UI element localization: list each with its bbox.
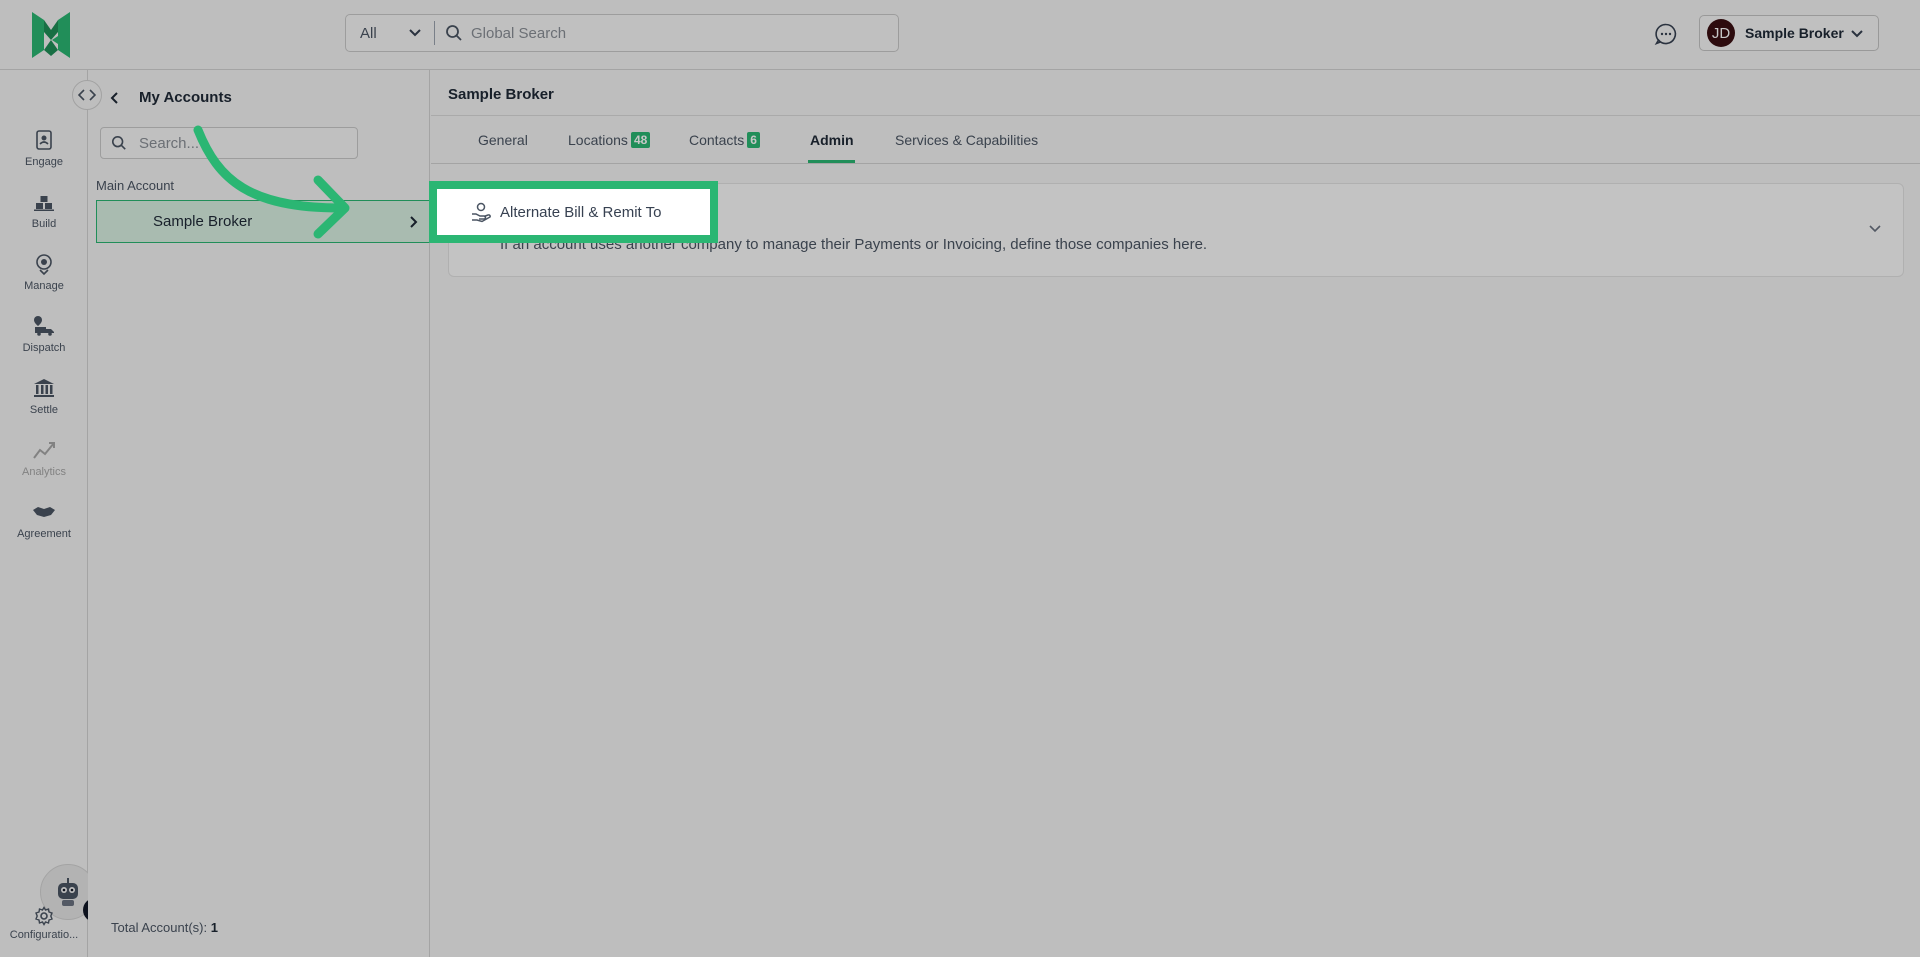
build-icon	[34, 196, 54, 211]
tab-label: Locations	[568, 132, 628, 148]
nav-item-settle[interactable]: Settle	[0, 376, 88, 428]
nav-label: Manage	[24, 280, 64, 292]
alternate-bill-card-header[interactable]: Alternate Bill & Remit To	[470, 201, 661, 223]
settle-icon	[34, 379, 54, 397]
chevron-down-icon[interactable]	[1868, 222, 1882, 236]
nav-item-dispatch[interactable]: Dispatch	[0, 314, 88, 366]
global-search-input[interactable]	[471, 24, 871, 42]
robot-icon	[58, 878, 78, 906]
nav-item-analytics[interactable]: Analytics	[0, 438, 88, 490]
search-scope-select[interactable]: All	[346, 15, 434, 51]
accounts-title: My Accounts	[139, 89, 232, 106]
search-icon	[111, 135, 126, 150]
left-nav: Engage Build Manage Dispatch Settle Anal…	[0, 70, 88, 957]
chevron-down-icon	[1851, 30, 1863, 38]
tab-locations[interactable]: Locations 48	[568, 130, 651, 150]
total-accounts-count: 1	[210, 920, 218, 935]
chevron-right-icon	[410, 216, 418, 228]
nav-item-agreement[interactable]: Agreement	[0, 500, 88, 552]
analytics-icon	[33, 442, 55, 459]
tab-contacts[interactable]: Contacts 6	[689, 130, 760, 150]
nav-label: Dispatch	[22, 342, 66, 354]
nav-label: Configuratio...	[9, 929, 79, 941]
user-name: Sample Broker	[1745, 25, 1844, 41]
main-account-label: Main Account	[96, 178, 175, 193]
search-scope-value: All	[360, 24, 377, 42]
tab-label: Contacts	[689, 132, 745, 148]
top-bar: All JD Sample Broker	[0, 0, 1920, 70]
tab-label: General	[478, 132, 528, 148]
nav-item-engage[interactable]: Engage	[0, 128, 88, 180]
nav-item-manage[interactable]: Manage	[0, 252, 88, 304]
nav-label: Engage	[25, 156, 63, 168]
total-accounts-label: Total Account(s):	[111, 920, 208, 935]
search-icon	[446, 25, 462, 41]
panel-collapse-button[interactable]	[72, 80, 102, 110]
nav-label: Analytics	[21, 466, 67, 478]
chat-icon[interactable]	[1654, 22, 1678, 46]
global-search-bar: All	[345, 14, 899, 52]
tab-admin[interactable]: Admin	[810, 130, 854, 150]
tab-label: Admin	[810, 132, 854, 148]
manage-icon	[36, 254, 52, 276]
avatar: JD	[1707, 19, 1735, 47]
count-badge: 48	[630, 132, 651, 148]
gear-icon	[35, 906, 53, 926]
card-title: Alternate Bill & Remit To	[500, 203, 662, 221]
active-tab-indicator	[808, 160, 855, 163]
page-title: Sample Broker	[448, 86, 554, 103]
nav-label: Agreement	[17, 528, 71, 540]
search-divider	[434, 21, 435, 45]
user-menu[interactable]: JD Sample Broker	[1699, 15, 1879, 51]
count-badge: 6	[747, 132, 760, 148]
tab-label: Services & Capabilities	[895, 132, 1039, 148]
tab-services-capabilities[interactable]: Services & Capabilities	[895, 130, 1038, 150]
tab-general[interactable]: General	[478, 130, 528, 150]
engage-icon	[36, 130, 52, 150]
dispatch-icon	[34, 316, 54, 336]
hand-money-icon	[472, 202, 491, 223]
total-accounts: Total Account(s): 1	[111, 920, 218, 935]
nav-label: Build	[31, 218, 57, 230]
chevron-down-icon	[409, 29, 421, 37]
app-logo-icon[interactable]	[30, 10, 72, 60]
tab-bar: General Locations 48 Contacts 6 Admin Se…	[431, 116, 1920, 164]
nav-item-build[interactable]: Build	[0, 190, 88, 242]
tutorial-arrow-icon	[193, 125, 350, 239]
code-brackets-icon	[78, 89, 96, 101]
agreement-icon	[33, 507, 55, 517]
nav-label: Settle	[29, 404, 59, 416]
nav-item-configuration[interactable]: Configuratio...	[0, 906, 88, 941]
back-chevron-icon[interactable]	[107, 90, 123, 106]
